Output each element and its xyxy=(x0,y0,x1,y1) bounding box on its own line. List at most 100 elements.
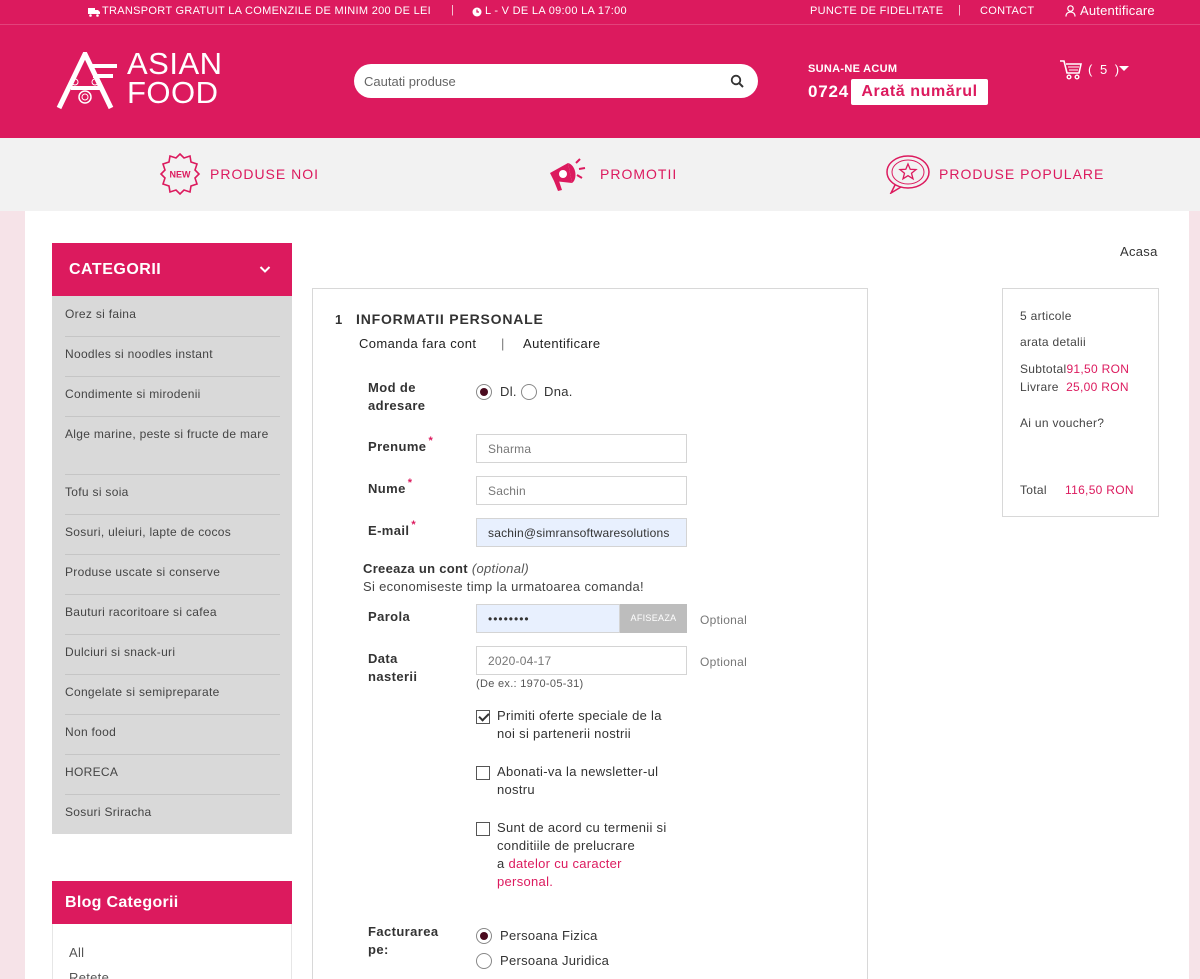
required-mark: * xyxy=(428,435,434,447)
required-mark: * xyxy=(411,519,417,531)
summary-show-details-link[interactable]: arata detalii xyxy=(1020,335,1086,349)
order-summary: 5 articole arata detalii Subtotal91,50 R… xyxy=(1002,288,1159,517)
birthdate-optional-label: Optional xyxy=(700,655,748,669)
category-item[interactable]: Condimente si mirodenii xyxy=(65,385,280,417)
email-input[interactable] xyxy=(476,518,687,547)
create-account-optional: (optional) xyxy=(471,561,530,576)
topbar-separator: | xyxy=(958,4,962,16)
birthdate-label: Data nasterii xyxy=(368,650,417,686)
terms-label-line-3: a datelor cu caracter xyxy=(497,855,697,873)
category-item[interactable]: Tofu si soia xyxy=(65,483,280,515)
cart-button[interactable]: ( 5 ) xyxy=(1059,59,1129,83)
firstname-input[interactable] xyxy=(476,434,687,463)
login-link[interactable]: Autentificare xyxy=(1080,3,1155,18)
new-badge-text: NEW xyxy=(170,170,192,180)
summary-total: Total 116,50 RON xyxy=(1020,483,1134,497)
required-mark: * xyxy=(407,477,413,489)
logo-text[interactable]: ASIAN FOOD xyxy=(127,48,223,110)
password-optional-label: Optional xyxy=(700,613,748,627)
topbar-separator: | xyxy=(451,4,455,16)
summary-shipping: Livrare 25,00 RON xyxy=(1020,380,1129,394)
top-bar: TRANSPORT GRATUIT LA COMENZILE DE MINIM … xyxy=(0,0,1200,25)
nav-popular-products-label: PRODUSE POPULARE xyxy=(939,166,1105,182)
cart-count: ( 5 ) xyxy=(1088,62,1122,77)
category-item[interactable]: Dulciuri si snack-uri xyxy=(65,643,280,675)
newsletter-label-line-2: nostru xyxy=(497,782,535,797)
terms-label-a: a xyxy=(497,856,505,871)
tab-login[interactable]: Autentificare xyxy=(523,336,600,351)
birthdate-label-line-1: Data xyxy=(368,651,398,666)
user-icon xyxy=(1065,5,1076,17)
offers-checkbox[interactable] xyxy=(476,710,490,724)
password-label: Parola xyxy=(368,609,411,624)
show-number-button[interactable]: Arată numărul xyxy=(851,79,988,105)
privacy-policy-link[interactable]: datelor cu caracter xyxy=(508,856,621,871)
billing-person-label: Persoana Fizica xyxy=(500,928,598,943)
newsletter-checkbox[interactable] xyxy=(476,766,490,780)
show-password-button[interactable]: AFISEAZA xyxy=(620,604,687,633)
blog-categories-header: Blog Categorii xyxy=(52,881,292,924)
salutation-mr-label: Dl. xyxy=(500,384,517,399)
shipping-info: TRANSPORT GRATUIT LA COMENZILE DE MINIM … xyxy=(102,5,431,17)
logo-icon[interactable] xyxy=(55,52,119,110)
billing-company-radio[interactable] xyxy=(476,953,492,969)
loyalty-points-link[interactable]: PUNCTE DE FIDELITATE xyxy=(810,5,943,17)
category-item[interactable]: Sosuri Sriracha xyxy=(65,803,280,831)
search-icon[interactable] xyxy=(730,74,744,88)
category-item[interactable]: Congelate si semipreparate xyxy=(65,683,280,715)
privacy-policy-link-cont[interactable]: personal xyxy=(497,874,549,889)
category-item[interactable]: HORECA xyxy=(65,763,280,795)
blog-category-list: All Retete xyxy=(52,924,292,979)
nav-promotions[interactable]: PROMOTII xyxy=(546,152,676,196)
lastname-input[interactable] xyxy=(476,476,687,505)
blog-category-item[interactable]: Retete xyxy=(69,970,109,979)
truck-icon xyxy=(88,8,100,17)
birthdate-example-hint: (De ex.: 1970-05-31) xyxy=(476,678,584,690)
create-account-heading: Creeaza un cont (optional) xyxy=(363,561,529,576)
phone-prefix: 0724 xyxy=(808,82,850,101)
tab-guest-checkout[interactable]: Comanda fara cont xyxy=(359,336,476,351)
birthdate-label-line-2: nasterii xyxy=(368,669,418,684)
nav-new-products[interactable]: NEW PRODUSE NOI xyxy=(159,152,318,196)
birthdate-input[interactable] xyxy=(476,646,687,675)
subtotal-label: Subtotal xyxy=(1020,362,1067,376)
create-account-hint: Si economiseste timp la urmatoarea coman… xyxy=(363,579,644,594)
total-value: 116,50 RON xyxy=(1065,483,1134,497)
summary-item-count: 5 articole xyxy=(1020,309,1072,323)
summary-subtotal: Subtotal91,50 RON xyxy=(1020,362,1129,376)
breadcrumb-home[interactable]: Acasa xyxy=(1120,244,1158,259)
voucher-link[interactable]: Ai un voucher? xyxy=(1020,416,1104,430)
category-item[interactable]: Sosuri, uleiuri, lapte de cocos xyxy=(65,523,280,555)
categories-header[interactable]: CATEGORII xyxy=(52,243,292,296)
category-item[interactable]: Orez si faina xyxy=(65,305,280,337)
salutation-mr-radio[interactable] xyxy=(476,384,492,400)
total-label: Total xyxy=(1020,483,1047,497)
billing-person-radio[interactable] xyxy=(476,928,492,944)
category-item[interactable]: Produse uscate si conserve xyxy=(65,563,280,595)
star-bubble-icon xyxy=(886,155,930,194)
firstname-label-text: Prenume xyxy=(368,439,427,454)
categories-title: CATEGORII xyxy=(69,261,162,278)
terms-checkbox[interactable] xyxy=(476,822,490,836)
password-input[interactable] xyxy=(476,604,620,633)
lastname-label: Nume * xyxy=(368,477,413,499)
salutation-label-line-1: Mod de xyxy=(368,380,416,395)
nav-popular-products[interactable]: PRODUSE POPULARE xyxy=(885,152,1103,196)
terms-label-line-4: personal. xyxy=(497,873,697,891)
megaphone-icon xyxy=(550,158,586,191)
step-title: INFORMATII PERSONALE xyxy=(356,311,544,327)
terms-label-line-1: Sunt de acord cu termenii si xyxy=(497,820,667,835)
search-input[interactable] xyxy=(364,71,704,91)
category-item[interactable]: Bauturi racoritoare si cafea xyxy=(65,603,280,635)
chevron-down-icon xyxy=(259,266,271,273)
category-item[interactable]: Noodles si noodles instant xyxy=(65,345,280,377)
category-list: Orez si faina Noodles si noodles instant… xyxy=(52,296,292,834)
category-item[interactable]: Non food xyxy=(65,723,280,755)
logo-line-2: FOOD xyxy=(127,75,219,110)
salutation-mrs-radio[interactable] xyxy=(521,384,537,400)
offers-label: Primiti oferte speciale de la noi si par… xyxy=(497,707,697,743)
blog-category-item[interactable]: All xyxy=(69,945,84,960)
category-item[interactable]: Alge marine, peste si fructe de mare xyxy=(65,425,280,475)
contact-link[interactable]: CONTACT xyxy=(980,5,1034,17)
salutation-label-line-2: adresare xyxy=(368,398,426,413)
